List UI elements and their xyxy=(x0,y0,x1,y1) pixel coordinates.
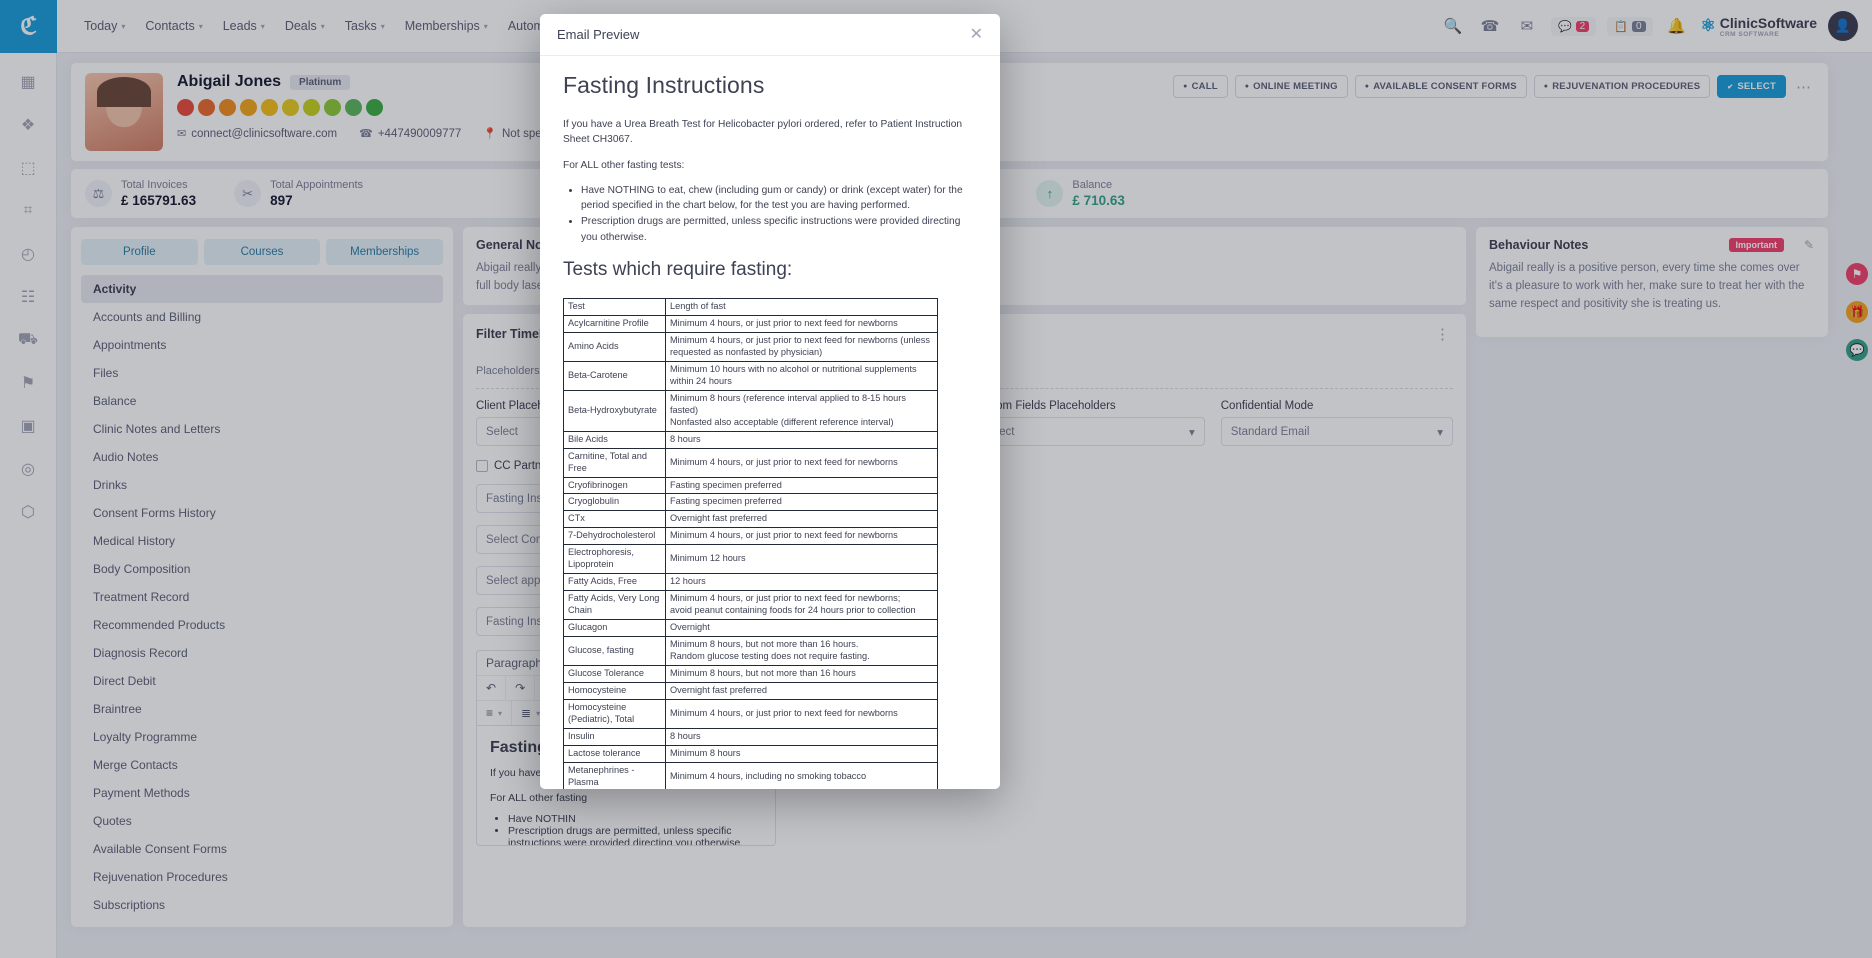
fast-length-cell: Minimum 8 hours, but not more than 16 ho… xyxy=(665,636,938,666)
table-row: Metanephrines - Plasma Minimum 4 hours, i… xyxy=(563,761,938,789)
test-name-cell: Cryofibrinogen xyxy=(563,476,666,495)
fast-length-cell: Minimum 4 hours, or just prior to next f… xyxy=(665,698,938,729)
table-row: Lactose tolerance Minimum 8 hours xyxy=(563,744,938,763)
test-name-cell: 7-Dehydrocholesterol xyxy=(563,527,666,546)
intro-paragraph-1: If you have a Urea Breath Test for Helic… xyxy=(563,119,963,146)
test-name-cell: Insulin xyxy=(563,727,666,746)
test-name-cell: Beta-Hydroxybutyrate xyxy=(563,389,666,432)
test-name-cell: Glucose, fasting xyxy=(563,636,666,666)
document-title: Fasting Instructions xyxy=(563,72,765,98)
fast-length-cell: Minimum 12 hours xyxy=(665,544,938,575)
table-row: Bile Acids 8 hours xyxy=(563,430,938,449)
table-row: Glucose Tolerance Minimum 8 hours, but no… xyxy=(563,664,938,683)
test-name-cell: Fatty Acids, Very Long Chain xyxy=(563,590,666,621)
table-column-header: Test xyxy=(563,298,666,317)
intro-paragraph-2: For ALL other fasting tests: xyxy=(563,159,685,171)
table-row: Carnitine, Total and Free Minimum 4 hours… xyxy=(563,447,938,478)
test-name-cell: Bile Acids xyxy=(563,430,666,449)
fast-length-cell: Minimum 4 hours, or just prior to next f… xyxy=(665,527,938,546)
test-name-cell: Glucose Tolerance xyxy=(563,664,666,683)
test-name-cell: Electrophoresis, Lipoprotein xyxy=(563,544,666,575)
table-row: CTx Overnight fast preferred xyxy=(563,510,938,529)
table-row: Amino Acids Minimum 4 hours, or just prio… xyxy=(563,331,938,362)
test-name-cell: Homocysteine xyxy=(563,681,666,700)
table-column-header: Length of fast xyxy=(665,298,938,317)
fast-length-cell: Minimum 10 hours with no alcohol or nutr… xyxy=(665,360,938,391)
test-name-cell: Cryoglobulin xyxy=(563,493,666,512)
table-row: Cryoglobulin Fasting specimen preferred xyxy=(563,493,938,512)
modal-title: Email Preview xyxy=(557,27,640,42)
fast-length-cell: Minimum 4 hours, or just prior to next f… xyxy=(665,331,938,362)
test-name-cell: CTx xyxy=(563,510,666,529)
fast-length-cell: Minimum 4 hours, including no smoking to… xyxy=(665,761,938,789)
test-name-cell: Beta-Carotene xyxy=(563,360,666,391)
table-row: Homocysteine Overnight fast preferred xyxy=(563,681,938,700)
table-row: 7-Dehydrocholesterol Minimum 4 hours, or … xyxy=(563,527,938,546)
table-row: Insulin 8 hours xyxy=(563,727,938,746)
email-preview-modal: Email Preview ✕ Fasting Instructions If … xyxy=(540,14,1000,789)
test-name-cell: Acylcarnitine Profile xyxy=(563,315,666,333)
table-header-row: Test Length of fast xyxy=(563,298,938,317)
fast-length-cell: Minimum 8 hours xyxy=(665,744,938,763)
fasting-bullet-1: Have NOTHING to eat, chew (including gum… xyxy=(581,183,977,214)
table-row: Acylcarnitine Profile Minimum 4 hours, or… xyxy=(563,315,938,333)
modal-header: Email Preview ✕ xyxy=(540,14,1000,56)
fast-length-cell: Minimum 8 hours, but not more than 16 ho… xyxy=(665,664,938,683)
fast-length-cell: Minimum 8 hours (reference interval appl… xyxy=(665,389,938,432)
test-name-cell: Lactose tolerance xyxy=(563,744,666,763)
fast-length-cell: Overnight fast preferred xyxy=(665,510,938,529)
table-row: Cryofibrinogen Fasting specimen preferred xyxy=(563,476,938,495)
table-row: Electrophoresis, Lipoprotein Minimum 12 h… xyxy=(563,544,938,575)
fasting-bullets: Have NOTHING to eat, chew (including gum… xyxy=(581,183,977,245)
test-name-cell: Glucagon xyxy=(563,619,666,638)
fast-length-cell: Minimum 4 hours, or just prior to next f… xyxy=(665,590,938,621)
table-heading: Tests which require fasting: xyxy=(563,259,793,281)
fasting-bullet-2: Prescription drugs are permitted, unless… xyxy=(581,214,977,245)
test-name-cell: Homocysteine (Pediatric), Total xyxy=(563,698,666,729)
table-row: Glucagon Overnight xyxy=(563,619,938,638)
test-name-cell: Fatty Acids, Free xyxy=(563,573,666,592)
fast-length-cell: 8 hours xyxy=(665,430,938,449)
fast-length-cell: 8 hours xyxy=(665,727,938,746)
fast-length-cell: Minimum 4 hours, or just prior to next f… xyxy=(665,315,938,333)
table-row: Homocysteine (Pediatric), Total Minimum 4… xyxy=(563,698,938,729)
table-row: Beta-Carotene Minimum 10 hours with no al… xyxy=(563,360,938,391)
table-row: Fatty Acids, Free 12 hours xyxy=(563,573,938,592)
test-name-cell: Carnitine, Total and Free xyxy=(563,447,666,478)
table-row: Glucose, fasting Minimum 8 hours, but not… xyxy=(563,636,938,666)
table-row: Fatty Acids, Very Long Chain Minimum 4 ho… xyxy=(563,590,938,621)
fasting-tests-table: Test Length of fast Acylcarnitine Profile… xyxy=(563,298,938,789)
fast-length-cell: Overnight xyxy=(665,619,938,638)
modal-body[interactable]: Fasting Instructions If you have a Urea … xyxy=(540,56,1000,789)
test-name-cell: Metanephrines - Plasma xyxy=(563,761,666,789)
fast-length-cell: Overnight fast preferred xyxy=(665,681,938,700)
close-icon[interactable]: ✕ xyxy=(970,26,983,43)
test-name-cell: Amino Acids xyxy=(563,331,666,362)
fast-length-cell: Fasting specimen preferred xyxy=(665,476,938,495)
fast-length-cell: 12 hours xyxy=(665,573,938,592)
table-row: Beta-Hydroxybutyrate Minimum 8 hours (ref… xyxy=(563,389,938,432)
fast-length-cell: Minimum 4 hours, or just prior to next f… xyxy=(665,447,938,478)
fast-length-cell: Fasting specimen preferred xyxy=(665,493,938,512)
